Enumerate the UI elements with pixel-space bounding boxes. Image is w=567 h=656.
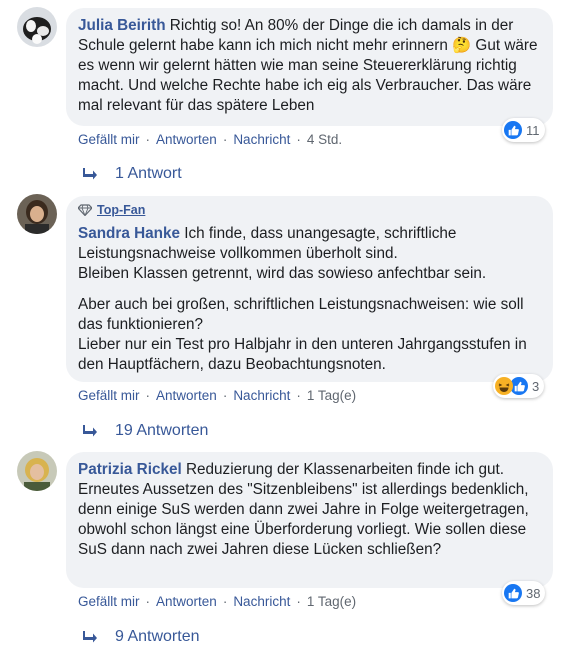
reaction-summary[interactable]: 38 bbox=[502, 581, 546, 605]
reply-button[interactable]: Antworten bbox=[156, 388, 217, 403]
comment-bubble: Top-Fan Sandra Hanke Ich finde, dass una… bbox=[66, 196, 553, 382]
reply-arrow-icon bbox=[83, 631, 97, 643]
avatar[interactable] bbox=[17, 7, 57, 47]
replies-count: 9 Antworten bbox=[115, 628, 200, 645]
separator-dot: · bbox=[296, 132, 301, 147]
reaction-summary[interactable]: 3 bbox=[493, 374, 545, 398]
comment-actions: Gefällt mir · Antworten · Nachricht · 1 … bbox=[78, 594, 356, 609]
replies-count: 1 Antwort bbox=[115, 165, 182, 182]
comment-timestamp[interactable]: 1 Tag(e) bbox=[307, 388, 356, 403]
comment-actions: Gefällt mir · Antworten · Nachricht · 4 … bbox=[78, 132, 342, 147]
reaction-count: 3 bbox=[532, 378, 540, 394]
reply-arrow-icon bbox=[83, 168, 97, 180]
comment-bubble: Julia Beirith Richtig so! An 80% der Din… bbox=[66, 8, 553, 126]
comment-actions: Gefällt mir · Antworten · Nachricht · 1 … bbox=[78, 388, 356, 403]
replies-count: 19 Antworten bbox=[115, 422, 209, 439]
separator-dot: · bbox=[145, 594, 151, 609]
view-replies-link[interactable]: 9 Antworten bbox=[82, 628, 200, 646]
haha-reaction-icon bbox=[495, 377, 513, 395]
comment-timestamp[interactable]: 4 Std. bbox=[307, 132, 342, 147]
message-button[interactable]: Nachricht bbox=[233, 594, 290, 609]
comment-author[interactable]: Julia Beirith bbox=[78, 17, 166, 34]
comment-timestamp[interactable]: 1 Tag(e) bbox=[307, 594, 356, 609]
like-reaction-icon bbox=[504, 121, 522, 139]
reply-arrow-icon bbox=[83, 425, 97, 437]
reply-button[interactable]: Antworten bbox=[156, 594, 217, 609]
comment-text: Aber auch bei großen, schriftlichen Leis… bbox=[78, 296, 527, 373]
message-button[interactable]: Nachricht bbox=[233, 132, 290, 147]
reaction-summary[interactable]: 11 bbox=[502, 118, 545, 142]
badge-label: Top-Fan bbox=[97, 203, 146, 217]
avatar[interactable] bbox=[17, 451, 57, 491]
comment-bubble: Patrizia Rickel Reduzierung der Klassena… bbox=[66, 452, 553, 588]
like-button[interactable]: Gefällt mir bbox=[78, 594, 140, 609]
view-replies-link[interactable]: 1 Antwort bbox=[82, 165, 182, 183]
separator-dot: · bbox=[296, 594, 301, 609]
like-button[interactable]: Gefällt mir bbox=[78, 132, 140, 147]
separator-dot: · bbox=[222, 388, 228, 403]
reaction-count: 38 bbox=[526, 585, 541, 601]
avatar[interactable] bbox=[17, 194, 57, 234]
separator-dot: · bbox=[145, 132, 151, 147]
separator-dot: · bbox=[222, 132, 228, 147]
comment-author[interactable]: Sandra Hanke bbox=[78, 225, 180, 242]
comment-author[interactable]: Patrizia Rickel bbox=[78, 461, 182, 478]
separator-dot: · bbox=[222, 594, 228, 609]
message-button[interactable]: Nachricht bbox=[233, 388, 290, 403]
reaction-count: 11 bbox=[526, 122, 540, 138]
reply-button[interactable]: Antworten bbox=[156, 132, 217, 147]
diamond-icon bbox=[78, 204, 92, 216]
separator-dot: · bbox=[145, 388, 151, 403]
separator-dot: · bbox=[296, 388, 301, 403]
like-button[interactable]: Gefällt mir bbox=[78, 388, 140, 403]
like-reaction-icon bbox=[504, 584, 522, 602]
view-replies-link[interactable]: 19 Antworten bbox=[82, 422, 208, 440]
top-fan-badge[interactable]: Top-Fan bbox=[78, 200, 541, 220]
